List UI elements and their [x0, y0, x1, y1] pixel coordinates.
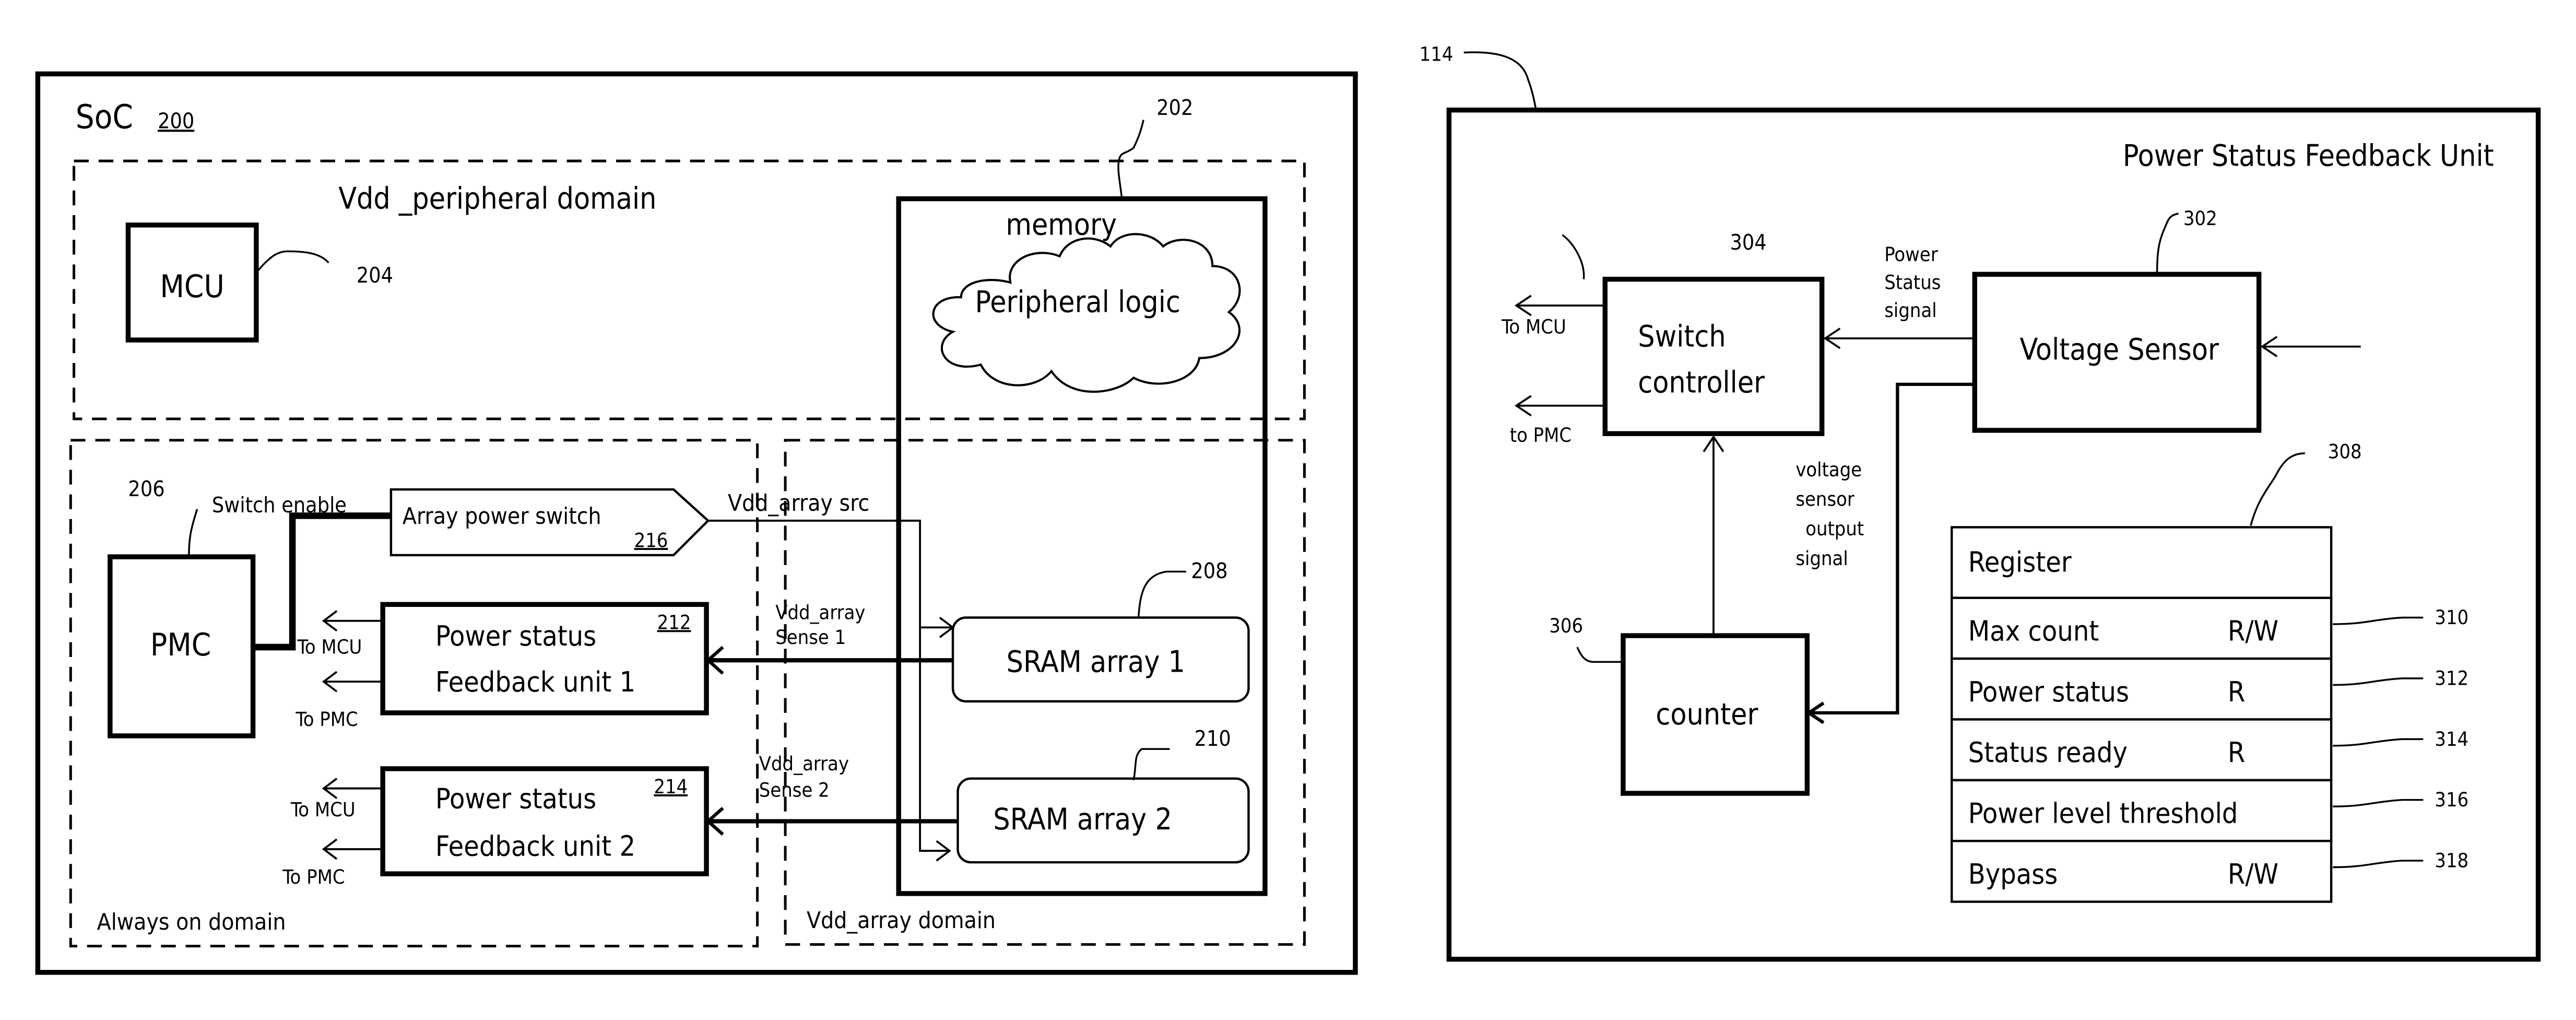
vdd-array-src-label: Vdd_array src: [728, 490, 869, 517]
register-row-ref: 312: [2435, 666, 2468, 689]
peripheral-domain-ref: 202: [1156, 95, 1193, 120]
feedback-unit-2-line1: Power status: [435, 782, 596, 815]
mcu-ref-leader: [255, 250, 329, 274]
fb1-to-mcu-label: To MCU: [297, 636, 362, 659]
register-row-ref-leader: [2333, 616, 2424, 625]
sram-array-2-ref: 210: [1195, 726, 1231, 751]
sense-1-label-line2: Sense 1: [775, 626, 846, 649]
soc-figure: SoC 200 Vdd _peripheral domain MCU 204 A…: [35, 71, 1358, 975]
register-row-ref: 314: [2435, 728, 2468, 751]
switch-controller-line2: controller: [1638, 366, 1765, 400]
register-row-ref-leader: [2333, 799, 2424, 807]
voltage-sensor-output-label-2: output: [1805, 517, 1864, 540]
always-on-domain-label: Always on domain: [97, 909, 286, 935]
counter-ref: 306: [1549, 614, 1583, 637]
register-row-ref-leader: [2333, 738, 2424, 747]
register-header: Register: [1968, 545, 2072, 578]
array-power-switch-label: Array power switch: [403, 503, 601, 530]
mcu-label: MCU: [160, 269, 224, 305]
switch-enable-line: [253, 512, 391, 651]
pmc-ref-leader: [188, 509, 198, 557]
sram-array-2-label: SRAM array 2: [993, 802, 1172, 837]
voltage-sensor-output-label-1: sensor: [1795, 488, 1854, 511]
voltage-sensor-output-label-0: voltage: [1795, 458, 1862, 481]
power-status-signal-label-0: Power: [1884, 243, 1938, 266]
switch-controller-ref-leader: [1562, 234, 1585, 279]
sc-to-pmc-label: to PMC: [1510, 424, 1571, 447]
voltage-sensor-label: Voltage Sensor: [2019, 333, 2219, 367]
register-row-ref-leader: [2333, 677, 2424, 686]
register-row-name: Bypass: [1968, 858, 2058, 890]
register-row-name: Max count: [1968, 615, 2099, 648]
peripheral-domain-label: Vdd _peripheral domain: [338, 181, 656, 216]
power-status-signal-label-1: Status: [1884, 271, 1941, 294]
switch-controller-ref: 304: [1730, 230, 1766, 255]
sram-array-1-ref-leader: [1137, 570, 1186, 618]
fb2-to-mcu-label: To MCU: [290, 798, 356, 821]
sense-2-label-line1: Vdd_array: [759, 752, 849, 775]
sram-array-2-ref-leader: [1132, 748, 1170, 781]
sram-array-1-ref: 208: [1191, 558, 1227, 583]
fb1-to-pmc-label: To PMC: [295, 708, 358, 731]
pmc-label: PMC: [150, 627, 211, 663]
mcu-ref: 204: [357, 263, 393, 288]
voltage-sensor-ref: 302: [2183, 207, 2217, 230]
register-row-name: Status ready: [1968, 736, 2128, 769]
register-table: 308 Register Max count R/W 310 Power status…: [1951, 440, 2468, 903]
feedback-unit-title: Power Status Feedback Unit: [2123, 139, 2494, 173]
register-row-ref: 318: [2435, 849, 2468, 872]
register-ref: 308: [2328, 440, 2362, 463]
register-row-ref: 310: [2435, 606, 2468, 629]
feedback-unit-1-line2: Feedback unit 1: [435, 665, 635, 698]
switch-enable-label: Switch enable: [212, 493, 347, 518]
sense-2-label-line2: Sense 2: [759, 778, 830, 801]
fb2-to-pmc-label: To PMC: [282, 865, 345, 888]
power-status-signal-label-2: signal: [1884, 299, 1936, 322]
register-row-name: Power level threshold: [1968, 797, 2238, 830]
register-row-access: R/W: [2228, 858, 2278, 890]
counter-ref-leader: [1576, 647, 1623, 663]
power-status-feedback-unit-figure: 114 Power Status Feedback Unit Switch co…: [1420, 42, 2541, 962]
figure-ref-114-leader: [1463, 51, 1537, 111]
feedback-unit-1-ref: 212: [657, 611, 691, 634]
array-power-switch-ref: 216: [634, 529, 668, 552]
register-row-access: R: [2228, 675, 2245, 708]
voltage-sensor-output-label-3: signal: [1795, 547, 1848, 570]
counter-label: counter: [1656, 697, 1758, 732]
sc-to-mcu-label: To MCU: [1501, 315, 1566, 338]
register-row-ref-leader: [2333, 860, 2424, 869]
switch-controller-line1: Switch: [1638, 320, 1726, 354]
pmc-ref: 206: [128, 476, 164, 501]
register-row-name: Power status: [1968, 675, 2129, 708]
memory-label: memory: [1006, 208, 1117, 242]
peripheral-logic-label: Peripheral logic: [975, 285, 1180, 320]
sram-array-1-label: SRAM array 1: [1007, 644, 1185, 679]
feedback-unit-2-line2: Feedback unit 2: [435, 830, 635, 863]
sense-1-label-line1: Vdd_array: [775, 601, 865, 624]
patent-diagram: SoC 200 Vdd _peripheral domain MCU 204 A…: [35, 42, 2541, 975]
feedback-unit-2-ref: 214: [654, 775, 688, 798]
soc-label: SoC: [76, 98, 133, 136]
switch-controller-box: [1602, 276, 1825, 436]
voltage-sensor-ref-leader: [2156, 213, 2179, 273]
register-row-ref: 316: [2435, 788, 2468, 811]
register-row-access: R/W: [2228, 615, 2278, 648]
figure-ref-114: 114: [1420, 42, 1454, 65]
vdd-array-domain-label: Vdd_array domain: [807, 907, 996, 934]
register-row-access: R: [2228, 736, 2245, 769]
feedback-unit-1-line1: Power status: [435, 619, 596, 652]
soc-ref: 200: [158, 108, 194, 133]
register-ref-leader: [2250, 452, 2305, 526]
